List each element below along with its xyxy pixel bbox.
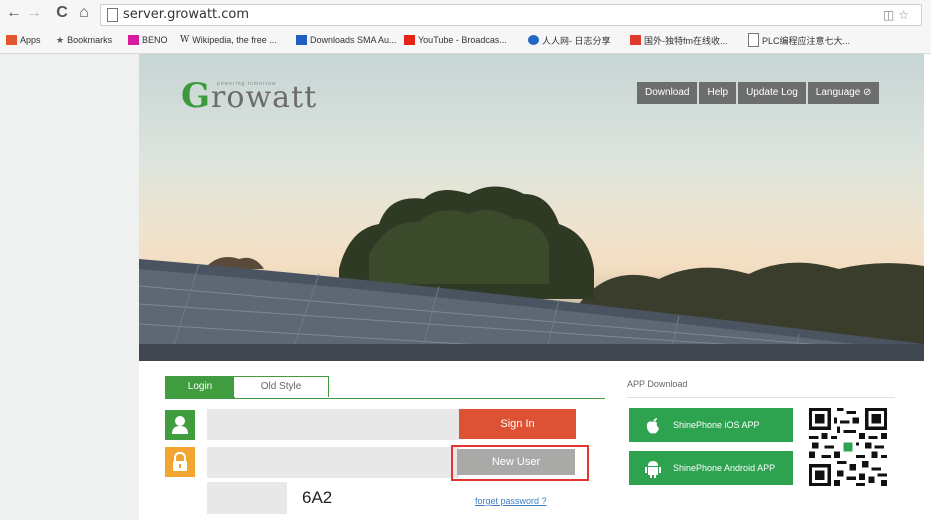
bookmarks-bar: Apps ★ Bookmarks BENO W Wikipedia, the fre… xyxy=(0,31,931,49)
login-tabs: Login Old Style xyxy=(165,376,605,399)
ios-app-label: ShinePhone iOS APP xyxy=(673,420,760,430)
apple-icon xyxy=(646,418,659,434)
renren-icon xyxy=(528,35,539,45)
bookmark-wikipedia[interactable]: W Wikipedia, the free ... xyxy=(180,33,277,47)
hero-banner: Growatt powering tomorrow Download Help … xyxy=(139,54,924,361)
address-bar[interactable]: server.growatt.com ◫☆ xyxy=(100,4,922,26)
divider xyxy=(627,397,895,398)
captcha-input[interactable] xyxy=(207,482,287,514)
lock-icon xyxy=(165,447,195,477)
wikipedia-icon: W xyxy=(180,35,190,45)
tab-login[interactable]: Login xyxy=(165,376,235,398)
nav-download[interactable]: Download xyxy=(637,82,698,104)
home-button[interactable]: ⌂ xyxy=(74,4,94,22)
reload-button[interactable]: C xyxy=(52,4,72,22)
bookmark-beno[interactable]: BENO xyxy=(128,33,168,47)
new-user-button[interactable]: New User xyxy=(457,449,575,475)
bookmark-plc[interactable]: PLC编程应注意七大... xyxy=(748,33,850,47)
radio-icon xyxy=(630,35,641,45)
ios-app-button[interactable]: ShinePhone iOS APP xyxy=(629,408,793,442)
android-app-label: ShinePhone Android APP xyxy=(673,463,776,473)
bookmark-youtube[interactable]: YouTube - Broadcas... xyxy=(404,33,507,47)
user-icon xyxy=(165,410,195,440)
page-margin xyxy=(0,54,139,520)
login-panel: Login Old Style 6A2 Sign In New User for… xyxy=(139,361,924,520)
apps-grid-icon xyxy=(6,35,17,45)
page-icon xyxy=(748,33,759,47)
username-input[interactable] xyxy=(207,409,459,440)
logo-tagline: powering tomorrow xyxy=(217,81,277,87)
top-nav: Download Help Update Log Language ⊘ xyxy=(637,82,881,104)
bookmark-apps[interactable]: Apps xyxy=(6,33,41,47)
page-icon xyxy=(107,8,118,22)
password-input[interactable] xyxy=(207,447,459,478)
android-app-button[interactable]: ShinePhone Android APP xyxy=(629,451,793,485)
app-download-title: APP Download xyxy=(627,379,688,389)
back-button[interactable]: ← xyxy=(4,4,24,22)
browser-chrome: ← → C ⌂ server.growatt.com ◫☆ Apps ★ Book… xyxy=(0,0,931,54)
sma-icon xyxy=(296,35,307,45)
forgot-password-link[interactable]: forget password ? xyxy=(475,496,547,506)
url-text: server.growatt.com xyxy=(123,7,250,22)
url-bar-icons[interactable]: ◫☆ xyxy=(883,8,913,22)
nav-help[interactable]: Help xyxy=(699,82,737,104)
bookmark-star-icon[interactable]: ☆ xyxy=(898,8,913,22)
qr-code[interactable] xyxy=(809,408,887,486)
bookmark-radio[interactable]: 国外-独特fm在线收... xyxy=(630,33,728,47)
nav-language[interactable]: Language ⊘ xyxy=(807,82,880,104)
android-icon xyxy=(645,461,661,478)
page-action-icon[interactable]: ◫ xyxy=(883,8,898,22)
youtube-icon xyxy=(404,35,415,45)
captcha-code[interactable]: 6A2 xyxy=(302,488,332,508)
bookmark-renren[interactable]: 人人网- 日志分享 xyxy=(528,33,611,47)
bookmark-sma[interactable]: Downloads SMA Au... xyxy=(296,33,397,47)
forward-button[interactable]: → xyxy=(24,4,44,22)
tab-old-style[interactable]: Old Style xyxy=(233,376,329,397)
sign-in-button[interactable]: Sign In xyxy=(459,409,576,439)
bookmark-bookmarks[interactable]: ★ Bookmarks xyxy=(56,33,112,47)
nav-update-log[interactable]: Update Log xyxy=(738,82,806,104)
star-icon: ★ xyxy=(56,34,65,45)
folder-icon xyxy=(128,35,139,45)
